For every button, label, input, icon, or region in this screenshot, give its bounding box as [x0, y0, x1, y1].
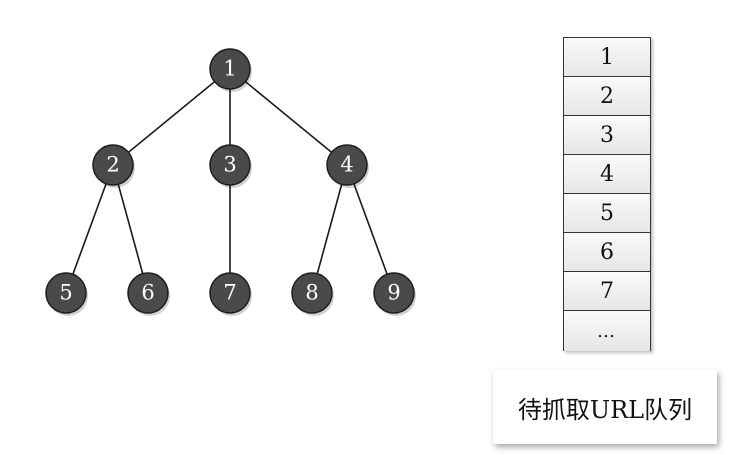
tree-node: 6	[127, 272, 170, 316]
tree-node: 3	[209, 144, 252, 188]
tree-edge	[112, 68, 231, 166]
node-label: 4	[340, 153, 353, 177]
node-label: 7	[223, 281, 236, 305]
queue-cell: 1	[564, 38, 650, 77]
tree-node: 5	[45, 272, 88, 316]
node-label: 5	[59, 281, 72, 305]
tree-node: 4	[326, 144, 369, 188]
queue-cell: 5	[564, 194, 650, 233]
tree-node: 2	[92, 144, 135, 188]
queue-cell: 7	[564, 272, 650, 311]
queue-cell: 3	[564, 116, 650, 155]
tree-node: 7	[209, 272, 252, 316]
node-label: 6	[141, 281, 154, 305]
queue-cell: 4	[564, 155, 650, 194]
url-queue: 1 2 3 4 5 6 7 …	[563, 37, 651, 351]
node-label: 3	[223, 153, 236, 177]
node-label: 9	[387, 281, 400, 305]
queue-cell: 2	[564, 77, 650, 116]
node-label: 1	[223, 57, 236, 81]
tree-node: 8	[291, 272, 334, 316]
tree-node: 9	[373, 272, 416, 316]
node-label: 2	[106, 153, 119, 177]
queue-cell: 6	[564, 233, 650, 272]
tree-node: 1	[209, 48, 252, 92]
queue-caption: 待抓取URL队列	[493, 370, 717, 444]
node-label: 8	[305, 281, 318, 305]
queue-cell-ellipsis: …	[564, 311, 650, 351]
